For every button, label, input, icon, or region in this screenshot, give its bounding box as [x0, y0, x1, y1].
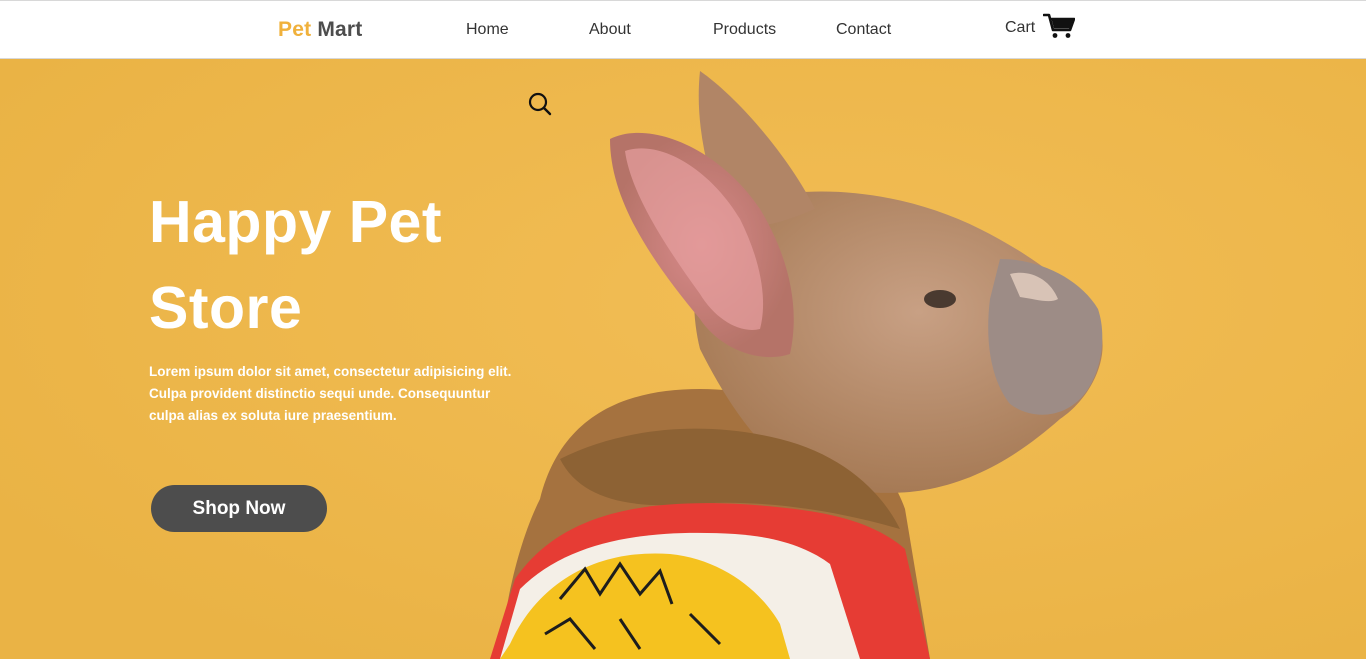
nav-contact-link[interactable]: Contact	[836, 21, 891, 39]
search-button[interactable]	[527, 91, 553, 117]
shop-now-button[interactable]: Shop Now	[151, 485, 327, 532]
cart-label: Cart	[1005, 18, 1036, 36]
hero-section: Happy Pet Store Lorem ipsum dolor sit am…	[0, 59, 1366, 659]
dog-photo	[0, 59, 1366, 659]
hero-description: Lorem ipsum dolor sit amet, consectetur …	[149, 364, 512, 423]
hero-title: Happy Pet Store	[149, 189, 443, 341]
cart-icon	[1043, 13, 1076, 38]
search-icon	[528, 92, 552, 116]
brand-logo[interactable]: Pet Mart	[278, 18, 362, 42]
brand-logo-mart: Mart	[317, 18, 363, 41]
cart-button[interactable]: Cart	[1005, 13, 1076, 39]
brand-logo-pet: Pet	[278, 18, 312, 41]
nav-home-link[interactable]: Home	[466, 21, 509, 39]
top-navbar: Pet Mart Home About Products Contact Car…	[0, 0, 1366, 59]
nav-about-link[interactable]: About	[589, 21, 631, 39]
nav-products-link[interactable]: Products	[713, 21, 776, 39]
